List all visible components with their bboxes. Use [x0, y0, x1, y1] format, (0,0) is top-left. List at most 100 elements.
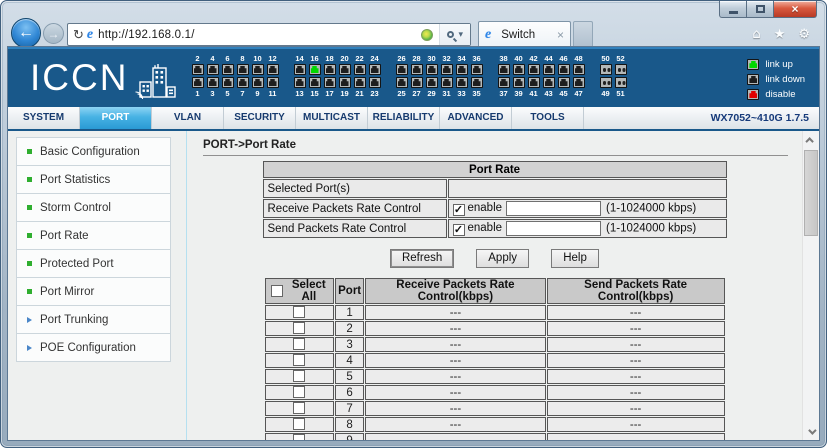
port-status-icon[interactable] — [410, 77, 423, 88]
port-status-icon[interactable] — [470, 77, 483, 88]
port-status-icon[interactable] — [527, 77, 540, 88]
port-status-icon[interactable] — [512, 77, 525, 88]
browser-tab[interactable]: e Switch × — [478, 21, 571, 47]
tab-tools[interactable]: TOOLS — [512, 107, 584, 129]
sidebar-item-poe-configuration[interactable]: POE Configuration — [16, 333, 171, 362]
port-status-icon[interactable] — [191, 77, 204, 88]
tab-close-icon[interactable]: × — [557, 29, 564, 41]
minimize-button[interactable] — [719, 1, 747, 18]
sidebar-item-port-mirror[interactable]: Port Mirror — [16, 277, 171, 306]
port-status-icon[interactable] — [338, 77, 351, 88]
port-status-icon[interactable] — [191, 64, 204, 75]
sidebar-item-storm-control[interactable]: Storm Control — [16, 193, 171, 222]
port-status-icon[interactable] — [425, 77, 438, 88]
port-status-icon[interactable] — [338, 64, 351, 75]
back-button[interactable]: ← — [11, 18, 41, 48]
port-status-icon[interactable] — [557, 77, 570, 88]
port-status-icon[interactable] — [308, 77, 321, 88]
search-button[interactable]: ▾ — [439, 24, 470, 45]
port-status-icon[interactable] — [251, 77, 264, 88]
port-status-icon[interactable] — [455, 64, 468, 75]
port-status-icon[interactable] — [266, 64, 279, 75]
row-checkbox[interactable] — [293, 322, 306, 334]
port-status-icon[interactable] — [293, 64, 306, 75]
scrollbar-thumb[interactable] — [804, 150, 818, 236]
scroll-up-button[interactable] — [803, 131, 819, 148]
port-status-icon[interactable] — [497, 77, 510, 88]
port-status-icon[interactable] — [599, 64, 612, 75]
address-bar[interactable]: ↻ e http://192.168.0.1/ ▾ — [67, 23, 471, 46]
row-checkbox[interactable] — [293, 402, 306, 414]
close-button[interactable]: × — [774, 1, 817, 18]
tab-reliability[interactable]: RELIABILITY — [368, 107, 440, 129]
tab-advanced[interactable]: ADVANCED — [440, 107, 512, 129]
sidebar-item-basic-configuration[interactable]: Basic Configuration — [16, 137, 171, 166]
forward-button[interactable]: → — [43, 23, 64, 44]
settings-gear-icon[interactable]: ⚙ — [798, 27, 810, 42]
port-status-icon[interactable] — [308, 64, 321, 75]
port-status-icon[interactable] — [221, 64, 234, 75]
port-status-icon[interactable] — [323, 64, 336, 75]
select-all-checkbox[interactable] — [270, 285, 283, 297]
tab-port[interactable]: PORT — [80, 107, 152, 129]
sidebar-item-port-trunking[interactable]: Port Trunking — [16, 305, 171, 334]
port-status-icon[interactable] — [323, 77, 336, 88]
row-checkbox[interactable] — [293, 434, 306, 440]
port-status-icon[interactable] — [512, 64, 525, 75]
port-status-icon[interactable] — [614, 77, 627, 88]
port-status-icon[interactable] — [221, 77, 234, 88]
tab-vlan[interactable]: VLAN — [152, 107, 224, 129]
sidebar-item-port-statistics[interactable]: Port Statistics — [16, 165, 171, 194]
port-status-icon[interactable] — [599, 77, 612, 88]
url-text[interactable]: http://192.168.0.1/ — [98, 29, 195, 41]
port-status-icon[interactable] — [251, 64, 264, 75]
port-status-icon[interactable] — [395, 64, 408, 75]
port-status-icon[interactable] — [440, 64, 453, 75]
vertical-scrollbar[interactable] — [802, 131, 819, 440]
tab-system[interactable]: SYSTEM — [8, 107, 80, 129]
port-status-icon[interactable] — [368, 64, 381, 75]
sidebar-item-port-rate[interactable]: Port Rate — [16, 221, 171, 250]
port-status-icon[interactable] — [497, 64, 510, 75]
refresh-button[interactable]: Refresh — [389, 249, 455, 268]
port-status-icon[interactable] — [542, 64, 555, 75]
tab-security[interactable]: SECURITY — [224, 107, 296, 129]
port-status-icon[interactable] — [527, 64, 540, 75]
port-status-icon[interactable] — [614, 64, 627, 75]
port-status-icon[interactable] — [410, 64, 423, 75]
enable-checkbox[interactable] — [452, 224, 465, 237]
home-icon[interactable]: ⌂ — [752, 27, 760, 42]
scroll-down-button[interactable] — [803, 423, 819, 440]
row-checkbox[interactable] — [293, 338, 306, 350]
port-status-icon[interactable] — [395, 77, 408, 88]
apply-button[interactable]: Apply — [476, 249, 530, 268]
port-status-icon[interactable] — [557, 64, 570, 75]
port-status-icon[interactable] — [470, 64, 483, 75]
favorites-star-icon[interactable]: ★ — [774, 27, 786, 42]
port-status-icon[interactable] — [440, 77, 453, 88]
maximize-button[interactable] — [747, 1, 774, 18]
port-status-icon[interactable] — [455, 77, 468, 88]
port-status-icon[interactable] — [542, 77, 555, 88]
port-status-icon[interactable] — [206, 77, 219, 88]
port-status-icon[interactable] — [266, 77, 279, 88]
enable-checkbox[interactable] — [452, 204, 465, 217]
port-status-icon[interactable] — [425, 64, 438, 75]
new-tab-button[interactable] — [573, 21, 593, 47]
port-status-icon[interactable] — [206, 64, 219, 75]
port-status-icon[interactable] — [353, 64, 366, 75]
port-status-icon[interactable] — [236, 77, 249, 88]
port-status-icon[interactable] — [293, 77, 306, 88]
port-status-icon[interactable] — [368, 77, 381, 88]
port-status-icon[interactable] — [236, 64, 249, 75]
refresh-icon[interactable]: ↻ — [73, 27, 84, 43]
port-status-icon[interactable] — [353, 77, 366, 88]
row-checkbox[interactable] — [293, 386, 306, 398]
port-status-icon[interactable] — [572, 64, 585, 75]
row-checkbox[interactable] — [293, 354, 306, 366]
rate-value-input[interactable] — [506, 200, 602, 216]
sidebar-item-protected-port[interactable]: Protected Port — [16, 249, 171, 278]
help-button[interactable]: Help — [551, 249, 600, 268]
tab-multicast[interactable]: MULTICAST — [296, 107, 368, 129]
row-checkbox[interactable] — [293, 418, 306, 430]
